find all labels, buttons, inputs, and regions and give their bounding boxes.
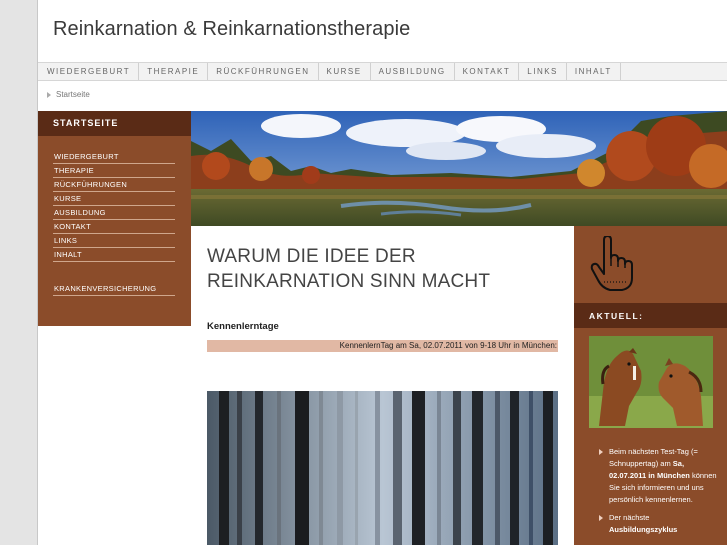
- sidebar-heading: STARTSEITE: [38, 111, 191, 136]
- topnav-therapie[interactable]: THERAPIE: [139, 63, 209, 80]
- topnav-ausbildung[interactable]: AUSBILDUNG: [371, 63, 455, 80]
- news-list: Beim nächsten Test-Tag (= Schnuppertag) …: [596, 446, 718, 542]
- page: Reinkarnation & Reinkarnationstherapie W…: [37, 0, 727, 545]
- topnav-wiedergeburt[interactable]: WIEDERGEBURT: [38, 63, 140, 80]
- main-content: WARUM DIE IDEE DER REINKARNATION SINN MA…: [191, 226, 574, 545]
- bullet-arrow-icon: [599, 515, 603, 521]
- forest-illustration: [207, 391, 558, 545]
- breadcrumb-arrow-icon: [47, 91, 51, 98]
- headline-line-1: WARUM DIE IDEE DER: [207, 246, 416, 267]
- news-link[interactable]: Ausbildungszyklus: [609, 525, 677, 534]
- aktuell-heading: AKTUELL:: [574, 303, 727, 328]
- topnav-links[interactable]: LINKS: [519, 63, 567, 80]
- breadcrumb-current[interactable]: Startseite: [56, 90, 90, 99]
- news-ticker[interactable]: KennenlernTag am Sa, 02.07.2011 von 9-18…: [207, 340, 558, 352]
- forest-image: [207, 391, 558, 545]
- news-text: Beim nächsten Test-Tag (= Schnuppertag) …: [609, 447, 698, 468]
- horses-illustration: [589, 336, 713, 428]
- news-item[interactable]: Beim nächsten Test-Tag (= Schnuppertag) …: [596, 446, 718, 506]
- sidebar-menu: WIEDERGEBURT THERAPIE RÜCKFÜHRUNGEN KURS…: [38, 136, 191, 296]
- sidebar-item-rueckfuehrungen[interactable]: RÜCKFÜHRUNGEN: [53, 178, 175, 192]
- news-item[interactable]: Der nächste Ausbildungszyklus: [596, 512, 718, 536]
- sidebar-item-inhalt[interactable]: INHALT: [53, 248, 175, 262]
- topnav-kurse[interactable]: KURSE: [319, 63, 371, 80]
- sidebar-item-therapie[interactable]: THERAPIE: [53, 164, 175, 178]
- landscape-illustration: [191, 111, 727, 226]
- horses-image: [589, 336, 713, 428]
- topnav-rueckfuehrungen[interactable]: RÜCKFÜHRUNGEN: [208, 63, 319, 80]
- site-title: Reinkarnation & Reinkarnationstherapie: [53, 18, 411, 40]
- sidebar-item-ausbildung[interactable]: AUSBILDUNG: [53, 206, 175, 220]
- sidebar-item-krankenversicherung[interactable]: KRANKENVERSICHERUNG: [53, 282, 175, 296]
- sidebar-item-links[interactable]: LINKS: [53, 234, 175, 248]
- headline-line-2: REINKARNATION SINN MACHT: [207, 271, 491, 292]
- page-headline: WARUM DIE IDEE DER REINKARNATION SINN MA…: [207, 244, 490, 294]
- sidebar-item-kontakt[interactable]: KONTAKT: [53, 220, 175, 234]
- right-sidebar: AKTUELL: Beim nächsten Test-Tag (= Schnu…: [574, 226, 727, 545]
- sidebar: STARTSEITE WIEDERGEBURT THERAPIE RÜCKFÜH…: [38, 111, 191, 326]
- sidebar-item-kurse[interactable]: KURSE: [53, 192, 175, 206]
- section-subheading: Kennenlerntage: [207, 321, 279, 332]
- news-text: Der nächste: [609, 513, 650, 522]
- landscape-banner-image: [191, 111, 727, 226]
- bullet-arrow-icon: [599, 449, 603, 455]
- pointing-hand-icon: [590, 236, 633, 291]
- topnav-kontakt[interactable]: KONTAKT: [455, 63, 520, 80]
- sidebar-item-wiedergeburt[interactable]: WIEDERGEBURT: [53, 150, 175, 164]
- breadcrumb: Startseite: [47, 90, 90, 99]
- topnav-inhalt[interactable]: INHALT: [567, 63, 621, 80]
- hand-icon-box: [574, 226, 727, 303]
- top-navigation: WIEDERGEBURT THERAPIE RÜCKFÜHRUNGEN KURS…: [38, 62, 727, 81]
